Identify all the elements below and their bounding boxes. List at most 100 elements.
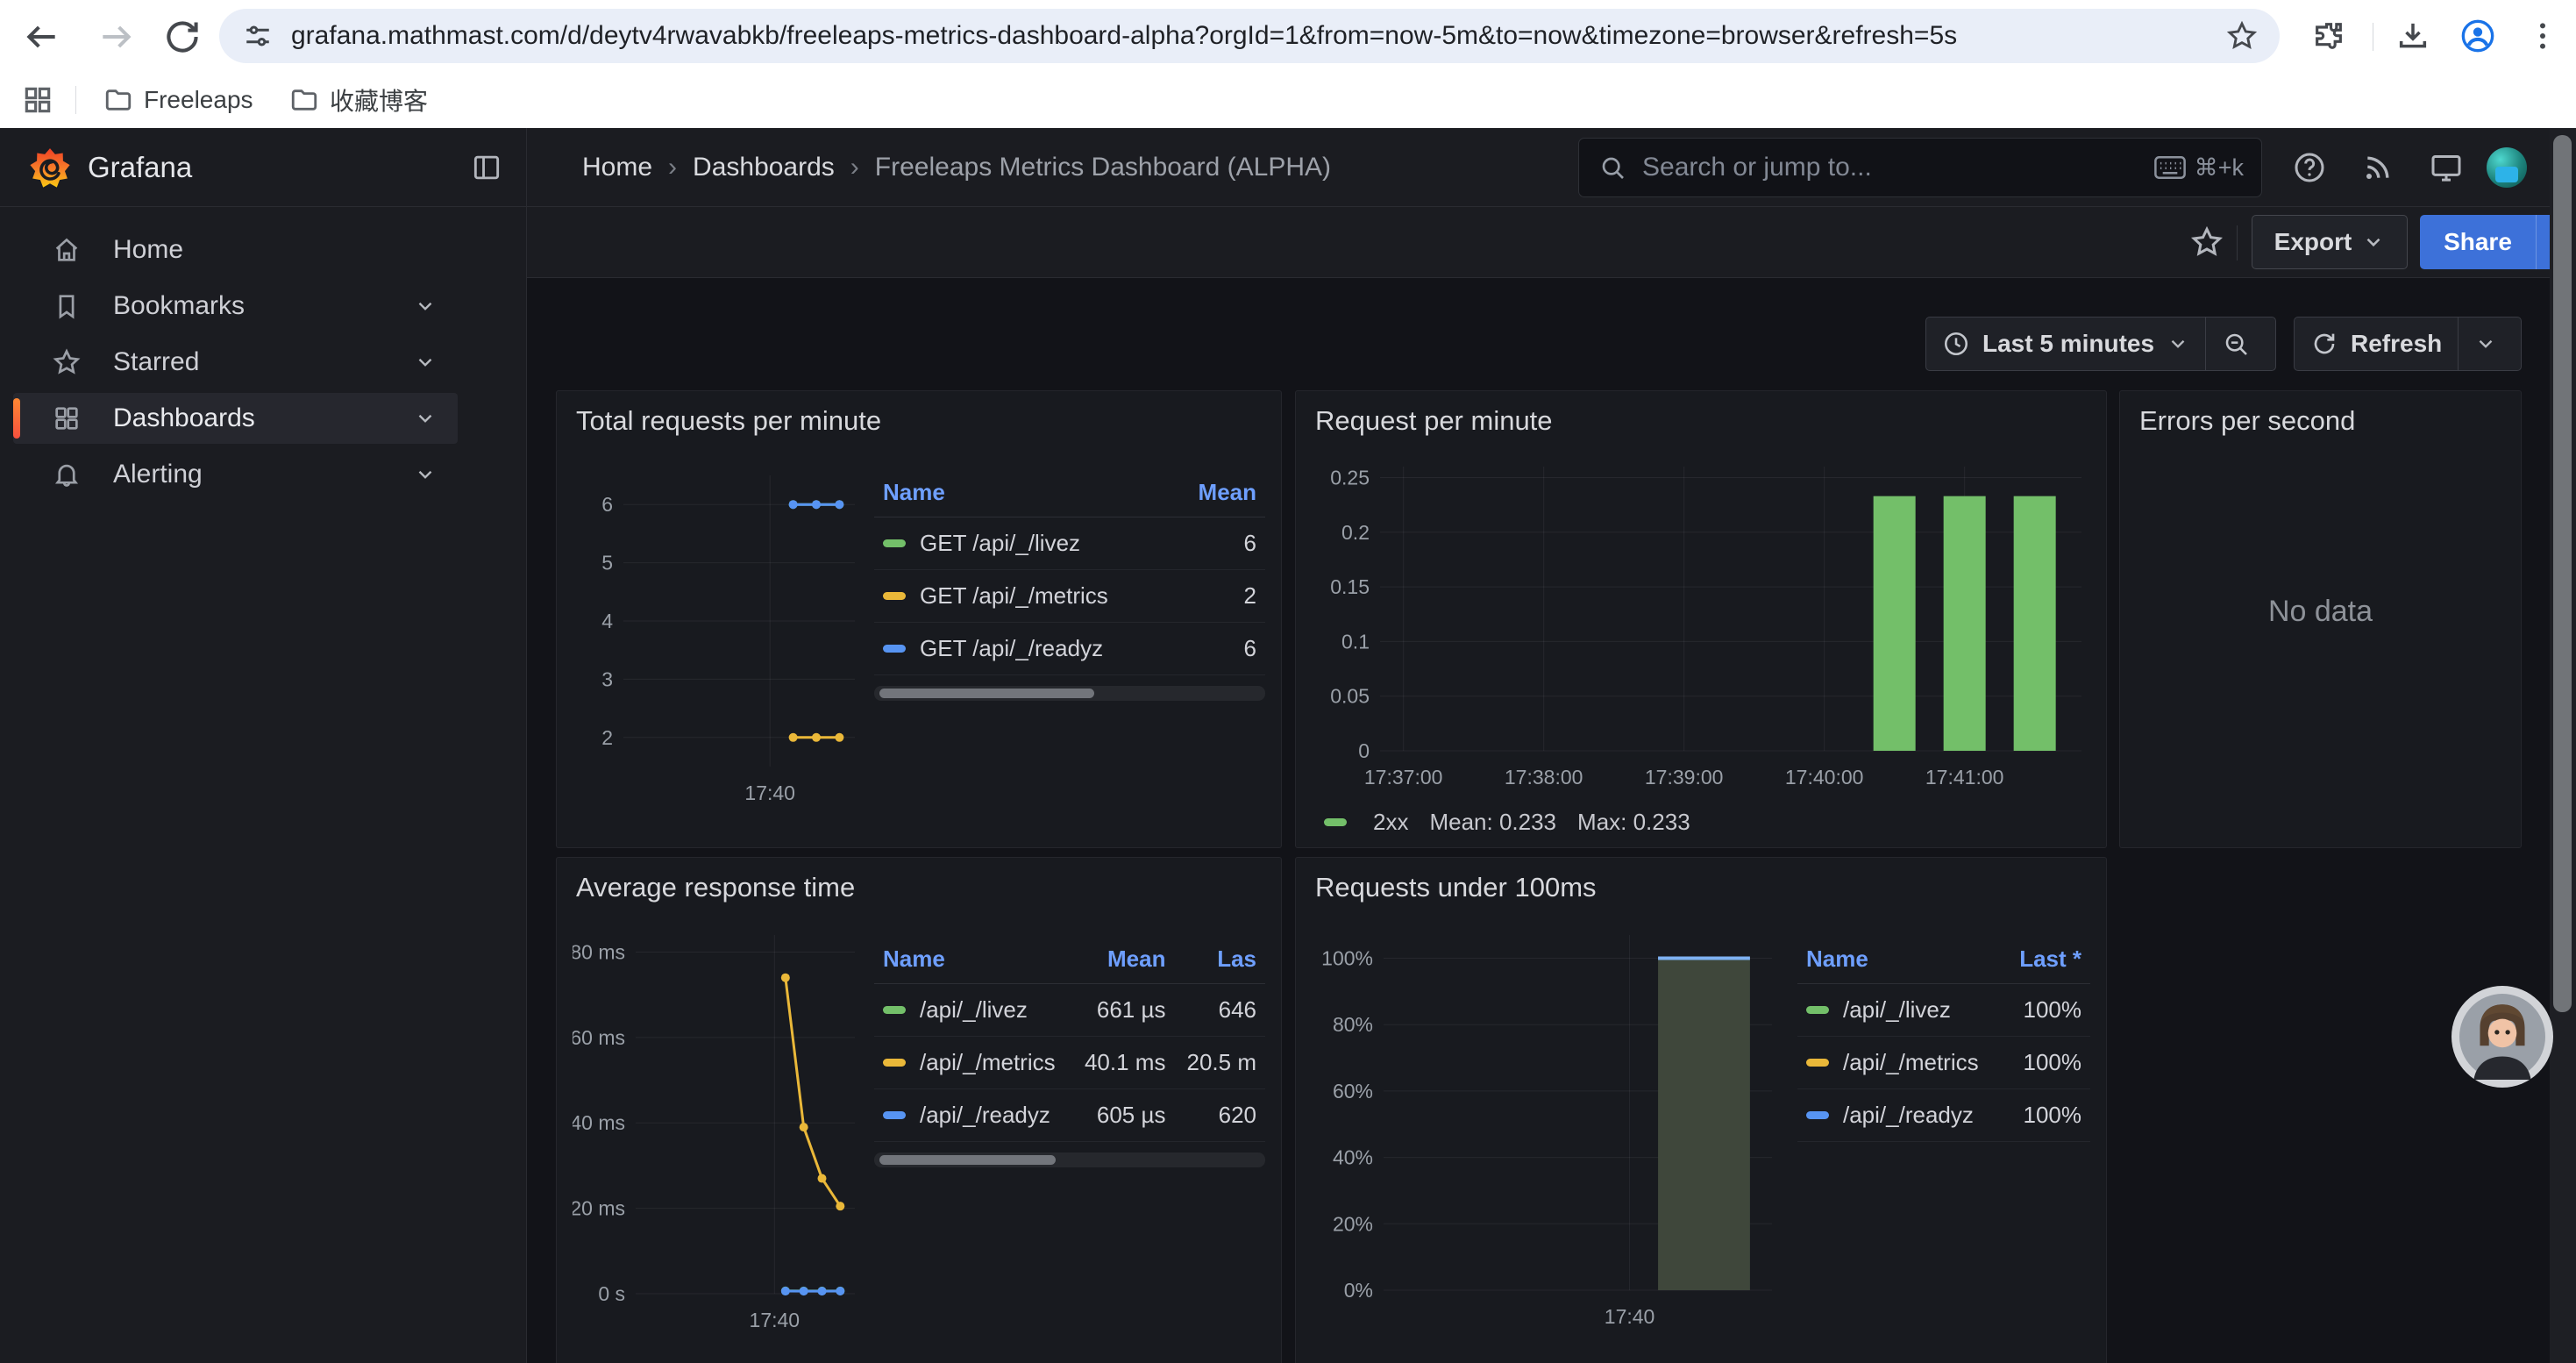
legend-column-header[interactable]: Mean: [1172, 474, 1265, 517]
legend-row: GET /api/_/livez6: [874, 517, 1265, 570]
legend-value: 2: [1172, 570, 1265, 623]
legend-series-name[interactable]: /api/_/readyz: [1797, 1089, 2003, 1142]
bookmark-folder-freeleaps[interactable]: Freeleaps: [103, 81, 253, 119]
apps-grid-icon[interactable]: [21, 83, 54, 117]
legend-series-name[interactable]: GET /api/_/livez: [874, 517, 1172, 570]
chevron-down-icon[interactable]: [414, 463, 437, 486]
series-swatch: [1806, 1111, 1829, 1119]
monitor-icon[interactable]: [2429, 150, 2464, 185]
favorite-star-icon[interactable]: [2189, 225, 2224, 260]
legend: NameMeanGET /api/_/livez6GET /api/_/metr…: [874, 444, 1265, 830]
keyboard-icon: [2154, 154, 2186, 181]
breadcrumb-home[interactable]: Home: [582, 153, 652, 182]
legend-series-name[interactable]: /api/_/metrics: [1797, 1037, 2003, 1089]
floating-avatar-widget[interactable]: [2451, 986, 2553, 1088]
screen: grafana.mathmast.com/d/deytv4rwavabkb/fr…: [0, 0, 2576, 1363]
legend: 2xx Mean: 0.233 Max: 0.233: [1324, 809, 2090, 836]
search-box[interactable]: ⌘+k: [1578, 138, 2262, 197]
export-button[interactable]: Export: [2252, 215, 2408, 269]
chevron-down-icon[interactable]: [414, 351, 437, 374]
panel-requests-under-100ms[interactable]: Requests under 100ms 0%20%40%60%80%100%1…: [1295, 857, 2107, 1363]
bookmark-folder-blogs[interactable]: 收藏博客: [289, 81, 428, 119]
panel-errors-per-second[interactable]: Errors per second No data: [2119, 390, 2522, 848]
zoom-out-button[interactable]: [2205, 318, 2266, 370]
page-scrollbar[interactable]: [2550, 128, 2576, 1363]
url-text[interactable]: grafana.mathmast.com/d/deytv4rwavabkb/fr…: [291, 21, 2225, 51]
legend-series-name[interactable]: /api/_/readyz: [874, 1089, 1071, 1142]
panel-avg-response-time[interactable]: Average response time 0 s20 ms40 ms60 ms…: [556, 857, 1282, 1363]
legend-scrollbar[interactable]: [874, 1152, 1265, 1167]
legend-series-name[interactable]: /api/_/livez: [1797, 984, 2003, 1037]
svg-text:20 ms: 20 ms: [573, 1197, 625, 1220]
scrollbar-thumb[interactable]: [879, 689, 1094, 698]
legend-row: GET /api/_/metrics2: [874, 570, 1265, 623]
address-bar[interactable]: grafana.mathmast.com/d/deytv4rwavabkb/fr…: [219, 9, 2280, 63]
svg-text:60 ms: 60 ms: [573, 1026, 625, 1049]
panel-request-per-minute[interactable]: Request per minute 00.050.10.150.20.2517…: [1295, 390, 2107, 848]
legend-series-name[interactable]: GET /api/_/metrics: [874, 570, 1172, 623]
bookmark-icon: [52, 291, 82, 321]
legend-column-header[interactable]: Name: [1797, 940, 2003, 984]
profile-icon[interactable]: [2460, 18, 2495, 54]
timeseries-chart: 2345617:40: [573, 444, 862, 830]
grafana-logo[interactable]: [28, 146, 72, 189]
scrollbar-thumb[interactable]: [879, 1155, 1056, 1165]
series-swatch: [1806, 1006, 1829, 1014]
sidebar-item-bookmarks[interactable]: Bookmarks: [13, 281, 458, 332]
sidebar-nav: Home Bookmarks Starred Dashboards Alerti…: [0, 208, 526, 1363]
share-button[interactable]: Share: [2420, 215, 2536, 269]
legend-column-header[interactable]: Mean: [1071, 940, 1174, 984]
svg-text:40 ms: 40 ms: [573, 1111, 625, 1134]
chevron-down-icon[interactable]: [414, 407, 437, 430]
time-range-picker[interactable]: Last 5 minutes: [1926, 318, 2205, 370]
browser-menu-icon[interactable]: [2525, 18, 2560, 54]
legend: NameMeanLas/api/_/livez661 µs646/api/_/m…: [874, 910, 1265, 1353]
sidebar-item-label: Dashboards: [113, 403, 414, 433]
bookmark-page-star-icon[interactable]: [2225, 19, 2259, 53]
downloads-icon[interactable]: [2395, 18, 2430, 54]
refresh-interval-button[interactable]: [2458, 318, 2513, 370]
svg-text:0.25: 0.25: [1330, 466, 1370, 489]
user-avatar[interactable]: [2487, 147, 2527, 188]
bell-icon: [52, 460, 82, 489]
legend-column-header[interactable]: Name: [874, 940, 1071, 984]
sidebar-item-home[interactable]: Home: [13, 225, 458, 275]
scrollbar-thumb[interactable]: [2553, 135, 2572, 1012]
breadcrumb-separator: ›: [835, 153, 875, 182]
site-settings-icon[interactable]: [242, 20, 274, 52]
panel-total-requests[interactable]: Total requests per minute 2345617:40 Nam…: [556, 390, 1282, 848]
sidebar-item-starred[interactable]: Starred: [13, 337, 458, 388]
legend-column-header[interactable]: Las: [1174, 940, 1265, 984]
chevron-down-icon[interactable]: [414, 295, 437, 318]
refresh-icon: [2310, 330, 2338, 358]
legend-column-header[interactable]: Last *: [2003, 940, 2090, 984]
legend-series-name[interactable]: /api/_/livez: [874, 984, 1071, 1037]
series-swatch: [883, 1111, 906, 1119]
refresh-label: Refresh: [2351, 330, 2442, 358]
legend-stat-max: Max: 0.233: [1577, 809, 1690, 836]
breadcrumb-dashboards[interactable]: Dashboards: [693, 153, 835, 182]
legend-value: 6: [1172, 623, 1265, 675]
no-data-message: No data: [2136, 595, 2505, 629]
legend-item[interactable]: 2xx: [1324, 809, 1408, 836]
svg-text:2: 2: [601, 726, 613, 749]
back-icon[interactable]: [23, 18, 61, 56]
forward-icon[interactable]: [96, 18, 135, 56]
reload-icon[interactable]: [163, 18, 202, 56]
legend-row: /api/_/metrics40.1 ms20.5 m: [874, 1037, 1265, 1089]
legend-column-header[interactable]: Name: [874, 474, 1172, 517]
sidebar-item-dashboards[interactable]: Dashboards: [13, 393, 458, 444]
news-rss-icon[interactable]: [2360, 150, 2395, 185]
legend-series-name[interactable]: /api/_/metrics: [874, 1037, 1071, 1089]
legend-scrollbar[interactable]: [874, 686, 1265, 701]
sidebar-item-alerting[interactable]: Alerting: [13, 449, 458, 500]
help-icon[interactable]: [2292, 150, 2327, 185]
legend-series-name[interactable]: GET /api/_/readyz: [874, 623, 1172, 675]
search-input[interactable]: [1640, 152, 2154, 183]
panel-title: Errors per second: [2139, 405, 2505, 437]
sidebar-toggle-icon[interactable]: [470, 151, 503, 184]
refresh-button[interactable]: Refresh: [2295, 318, 2458, 370]
svg-text:17:41:00: 17:41:00: [1925, 766, 2004, 789]
extensions-icon[interactable]: [2311, 18, 2346, 54]
series-swatch: [1324, 818, 1347, 826]
